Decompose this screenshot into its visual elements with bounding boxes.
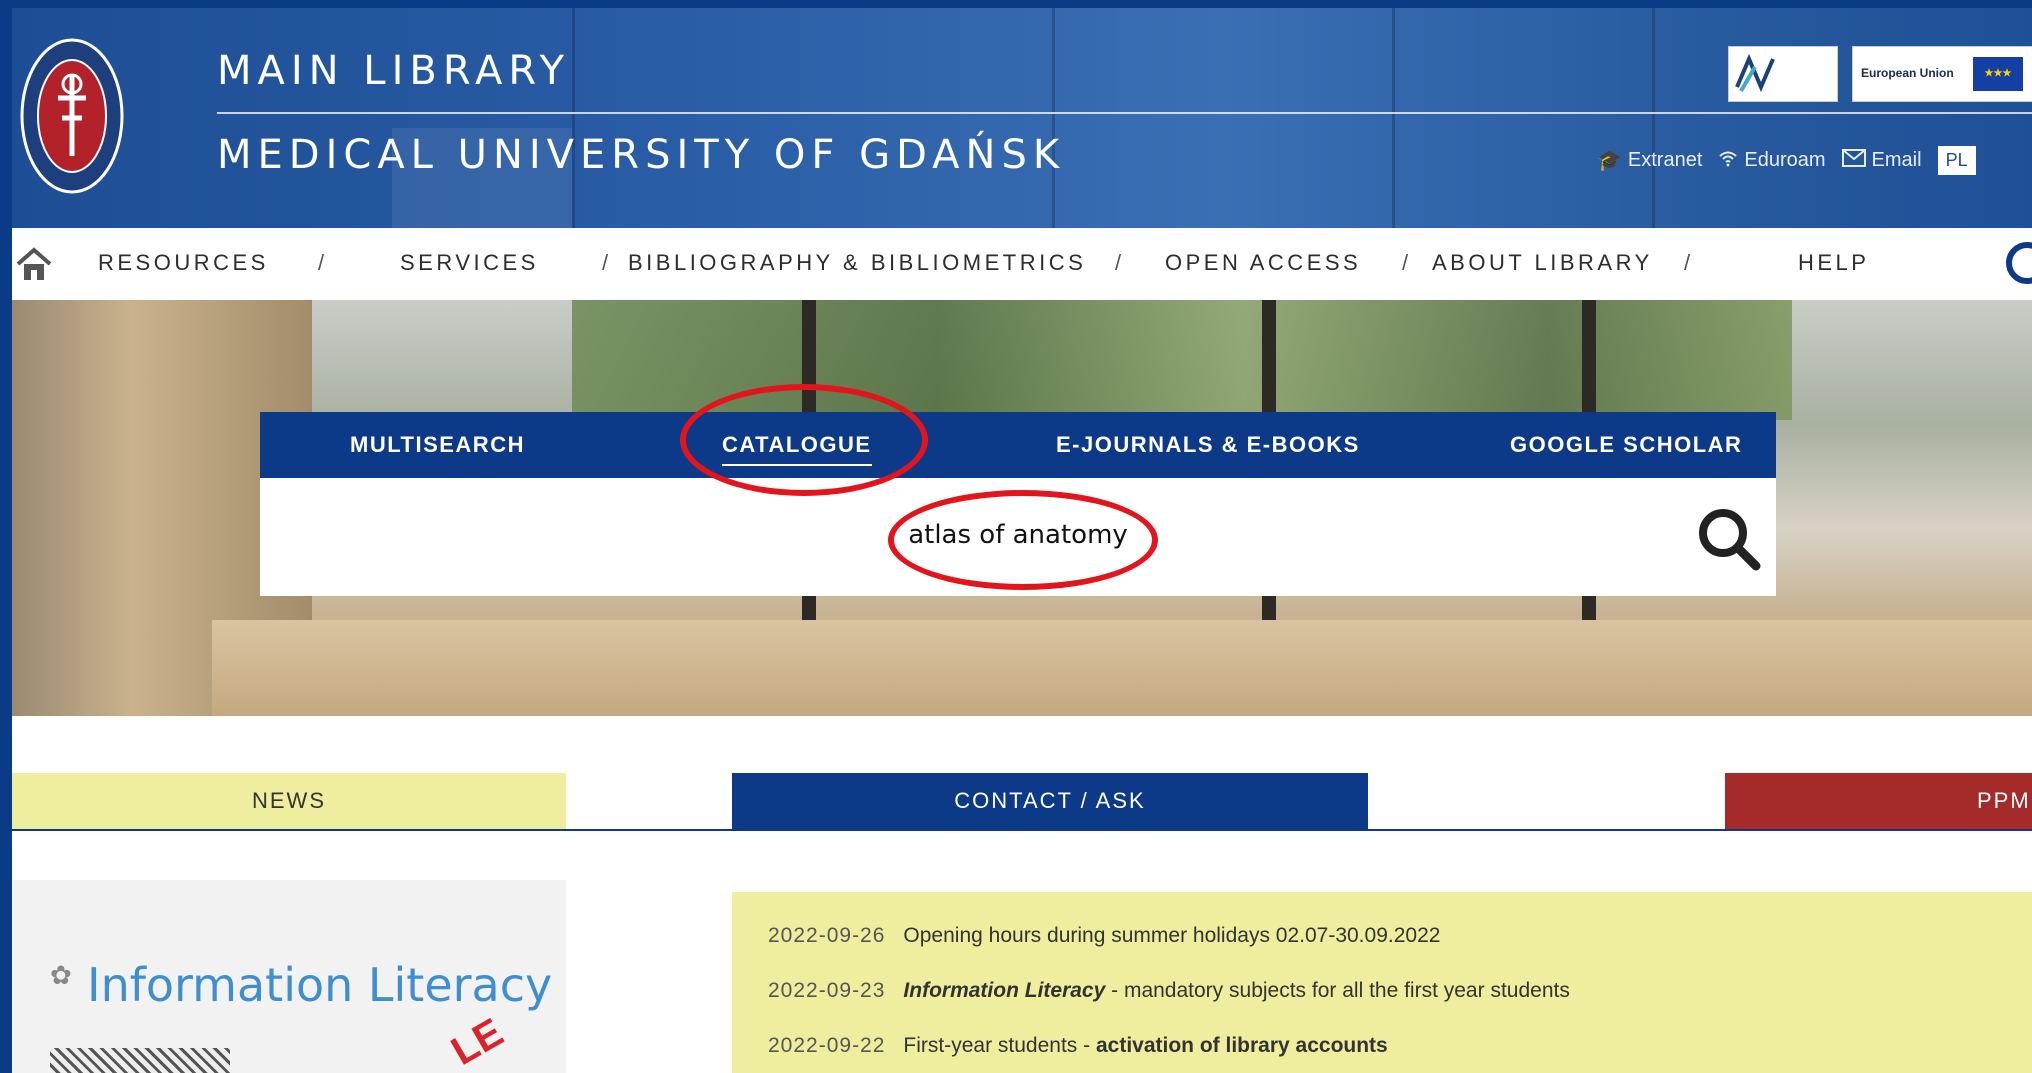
annotation-circle-query bbox=[888, 490, 1158, 590]
eu-badge-label: European Union bbox=[1861, 66, 1954, 80]
language-switch[interactable]: PL bbox=[1937, 146, 1976, 175]
background-window bbox=[1652, 8, 1655, 228]
nav-item-services[interactable]: SERVICES bbox=[400, 250, 539, 276]
gear-icon: ✿ bbox=[50, 960, 72, 990]
extranet-label: Extranet bbox=[1627, 149, 1703, 171]
news-text: Opening hours during summer holidays 02.… bbox=[903, 924, 1441, 947]
news-item[interactable]: 2022-09-22 First-year students - activati… bbox=[768, 1034, 1388, 1058]
stamp-graphic: LE bbox=[444, 1010, 511, 1073]
nav-item-help[interactable]: HELP bbox=[1798, 250, 1869, 276]
news-bold-suffix: activation of library accounts bbox=[1095, 1034, 1388, 1057]
title-divider bbox=[217, 112, 2032, 114]
nav-separator: / bbox=[602, 250, 609, 275]
hero-table bbox=[212, 620, 2032, 716]
eduroam-label: Eduroam bbox=[1744, 149, 1826, 171]
annotation-circle-catalogue bbox=[680, 384, 928, 496]
background-window bbox=[1052, 8, 1055, 228]
information-literacy-card[interactable]: ✿ Information Literacy LE bbox=[12, 880, 566, 1073]
main-nav: RESOURCES / SERVICES / BIBLIOGRAPHY & BI… bbox=[12, 228, 2032, 303]
eduroam-link[interactable]: Eduroam bbox=[1718, 149, 1826, 173]
graduation-cap-icon: 🎓 bbox=[1597, 150, 1622, 172]
nav-item-bibliography[interactable]: BIBLIOGRAPHY & BIBLIOMETRICS bbox=[628, 250, 1086, 276]
background-window bbox=[1392, 8, 1395, 228]
news-date: 2022-09-22 bbox=[768, 1034, 886, 1057]
tab-multisearch[interactable]: MULTISEARCH bbox=[350, 432, 525, 458]
contact-ask-tab[interactable]: CONTACT / ASK bbox=[732, 773, 1368, 829]
nav-separator: / bbox=[1115, 250, 1122, 275]
news-item[interactable]: 2022-09-23 Information Literacy - mandato… bbox=[768, 979, 1570, 1003]
site-title-line2[interactable]: MEDICAL UNIVERSITY OF GDAŃSK bbox=[217, 132, 1065, 178]
search-icon[interactable] bbox=[1997, 238, 2032, 288]
background-window bbox=[572, 8, 575, 228]
nav-item-resources[interactable]: RESOURCES bbox=[98, 250, 269, 276]
news-text: First-year students - bbox=[903, 1034, 1096, 1057]
eu-badge[interactable]: European Union ★★★ bbox=[1852, 46, 2032, 102]
home-icon[interactable] bbox=[14, 246, 54, 282]
email-label: Email bbox=[1871, 149, 1922, 171]
search-submit-icon[interactable] bbox=[1696, 506, 1762, 572]
wifi-icon bbox=[1718, 149, 1738, 173]
tab-google-scholar[interactable]: GOOGLE SCHOLAR bbox=[1510, 432, 1742, 458]
email-link[interactable]: Email bbox=[1841, 148, 1922, 173]
ppm-tab[interactable]: PPM bbox=[1725, 773, 2032, 829]
nav-separator: / bbox=[318, 250, 325, 275]
search-tabs: MULTISEARCH CATALOGUE E-JOURNALS & E-BOO… bbox=[260, 412, 1776, 478]
news-text: - mandatory subjects for all the first y… bbox=[1105, 979, 1570, 1002]
university-logo[interactable] bbox=[12, 36, 132, 196]
section-divider bbox=[12, 829, 2032, 831]
news-item[interactable]: 2022-09-26 Opening hours during summer ho… bbox=[768, 924, 1440, 948]
news-date: 2022-09-26 bbox=[768, 924, 886, 947]
nav-separator: / bbox=[1684, 250, 1691, 275]
information-literacy-image bbox=[50, 1048, 230, 1073]
news-bold-prefix: Information Literacy bbox=[903, 979, 1106, 1002]
extranet-link[interactable]: 🎓 Extranet bbox=[1597, 148, 1702, 173]
news-tab[interactable]: NEWS bbox=[12, 773, 566, 829]
nav-item-about-library[interactable]: ABOUT LIBRARY bbox=[1432, 250, 1653, 276]
eu-flag-icon: ★★★ bbox=[1973, 57, 2023, 91]
information-literacy-title: Information Literacy bbox=[87, 958, 553, 1012]
nav-separator: / bbox=[1402, 250, 1409, 275]
site-title-line1[interactable]: MAIN LIBRARY bbox=[217, 48, 570, 94]
site-header: MAIN LIBRARY MEDICAL UNIVERSITY OF GDAŃS… bbox=[12, 8, 2032, 228]
ppbm-badge[interactable] bbox=[1728, 46, 1838, 102]
news-list: 2022-09-26 Opening hours during summer ho… bbox=[732, 892, 2032, 1073]
nav-item-open-access[interactable]: OPEN ACCESS bbox=[1165, 250, 1361, 276]
ppm-label: PPM bbox=[1977, 788, 2031, 813]
envelope-icon bbox=[1841, 148, 1866, 173]
news-date: 2022-09-23 bbox=[768, 979, 886, 1002]
header-links: 🎓 Extranet Eduroam Email PL bbox=[1597, 146, 1976, 175]
page: MAIN LIBRARY MEDICAL UNIVERSITY OF GDAŃS… bbox=[12, 8, 2032, 1073]
tab-ejournals-ebooks[interactable]: E-JOURNALS & E-BOOKS bbox=[1056, 432, 1360, 458]
